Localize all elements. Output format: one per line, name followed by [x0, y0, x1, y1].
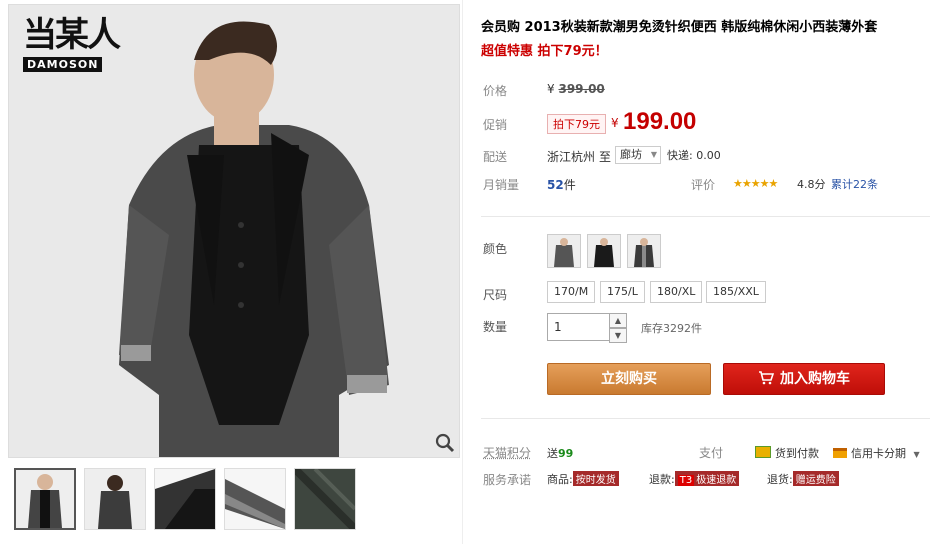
points-number: 99 — [558, 447, 574, 460]
destination-value: 廊坊 — [620, 148, 642, 161]
pay-label: 支付 — [699, 446, 724, 460]
stock-count: 库存3292件 — [641, 322, 702, 335]
promo-label: 促销 — [483, 118, 508, 132]
rating-label: 评价 — [691, 178, 716, 192]
rating-score: 4.8分 — [797, 178, 826, 191]
fast-refund-badge: T3 极速退款 — [674, 471, 740, 486]
chevron-down-icon: ▼ — [650, 150, 657, 159]
service-refund: 退款: T3 极速退款 — [649, 471, 740, 487]
brand-logo-cn: 当某人 — [23, 15, 121, 55]
installment-option[interactable]: 信用卡分期 ▼ — [833, 445, 920, 461]
size-option-170m[interactable]: 170/M — [547, 281, 596, 303]
express-fee: 快递: 0.00 — [667, 149, 721, 162]
goods-label: 商品: — [547, 473, 573, 486]
promo-tag: 拍下79元 — [547, 114, 606, 134]
fast-refund-label: 极速退款 — [696, 475, 737, 486]
promo-text: 超值特惠 拍下79元！ — [481, 44, 608, 59]
t3-icon: T3 — [677, 475, 695, 486]
thumbnail-5[interactable] — [294, 468, 356, 530]
points-send: 送 — [547, 447, 558, 460]
thumbnail-4[interactable] — [224, 468, 286, 530]
quantity-input[interactable]: 1 — [547, 313, 611, 341]
shipping-from: 浙江杭州 — [547, 150, 596, 164]
destination-select[interactable]: 廊坊 ▼ — [615, 146, 661, 164]
sales-unit: 件 — [563, 178, 576, 192]
size-option-185xxl[interactable]: 185/XXL — [706, 281, 766, 303]
shipping-label: 配送 — [483, 150, 508, 164]
rating-stars-icon: ★★★★★ — [733, 177, 778, 190]
installment-label: 信用卡分期 — [851, 447, 906, 460]
refund-label: 退款: — [649, 473, 675, 486]
shipping-to-word: 至 — [599, 150, 612, 164]
main-product-image[interactable]: 当某人 DAMOSON — [8, 4, 460, 458]
monthly-sales-label: 月销量 — [483, 178, 520, 192]
chevron-down-icon: ▼ — [913, 450, 920, 459]
size-label: 尺码 — [483, 288, 508, 302]
color-option-grey[interactable] — [547, 234, 581, 268]
thumbnail-strip — [14, 468, 356, 530]
service-return: 退货: 赠运费险 — [767, 471, 839, 487]
promo-price: 199.00 — [623, 108, 697, 135]
add-to-cart-label: 加入购物车 — [780, 371, 850, 387]
sales-count: 52 — [547, 178, 564, 192]
currency-symbol: ¥ — [547, 82, 555, 96]
thumbnail-2[interactable] — [84, 468, 146, 530]
shipping-insurance-badge: 赠运费险 — [792, 471, 839, 486]
cart-icon — [758, 366, 775, 385]
zoom-icon[interactable] — [435, 433, 455, 453]
price-label: 价格 — [483, 84, 508, 98]
thumbnail-3[interactable] — [154, 468, 216, 530]
quantity-increase-button[interactable]: ▲ — [609, 313, 627, 328]
credit-card-icon — [833, 448, 847, 458]
brand-logo-en: DAMOSON — [23, 57, 103, 72]
cod-icon — [755, 446, 771, 458]
color-option-black[interactable] — [587, 234, 621, 268]
points-value: 送99 — [547, 445, 573, 461]
promo-currency: ¥ — [611, 116, 619, 130]
cod-label: 货到付款 — [775, 447, 819, 460]
divider — [481, 418, 930, 419]
cod-option: 货到付款 — [755, 445, 819, 461]
size-option-180xl[interactable]: 180/XL — [650, 281, 703, 303]
brand-logo: 当某人 DAMOSON — [23, 15, 121, 72]
color-label: 颜色 — [483, 242, 508, 256]
tmall-points-label[interactable]: 天猫积分 — [483, 444, 531, 461]
model-photo — [9, 5, 459, 457]
service-label: 服务承诺 — [483, 473, 532, 487]
rating-total-link[interactable]: 累计22条 — [831, 176, 878, 192]
product-title: 会员购 2013秋装新款潮男免烫针织便西 韩版纯棉休闲小西装薄外套 — [481, 20, 878, 35]
service-goods: 商品: 按时发货 — [547, 471, 619, 487]
buy-now-button[interactable]: 立刻购买 — [547, 363, 711, 395]
size-option-175l[interactable]: 175/L — [600, 281, 645, 303]
quantity-decrease-button[interactable]: ▼ — [609, 328, 627, 343]
divider — [481, 216, 930, 217]
original-price: ¥ 399.00 — [547, 82, 605, 96]
original-price-value: 399.00 — [558, 82, 605, 96]
on-time-delivery-badge: 按时发货 — [572, 471, 619, 486]
product-info-panel: 会员购 2013秋装新款潮男免烫针织便西 韩版纯棉休闲小西装薄外套 超值特惠 拍… — [462, 0, 930, 544]
monthly-sales: 52件 — [547, 176, 576, 193]
color-option-darkgrey[interactable] — [627, 234, 661, 268]
thumbnail-1[interactable] — [14, 468, 76, 530]
quantity-label: 数量 — [483, 320, 508, 334]
return-label: 退货: — [767, 473, 793, 486]
product-gallery: 当某人 DAMOSON — [0, 0, 462, 544]
add-to-cart-button[interactable]: 加入购物车 — [723, 363, 885, 395]
